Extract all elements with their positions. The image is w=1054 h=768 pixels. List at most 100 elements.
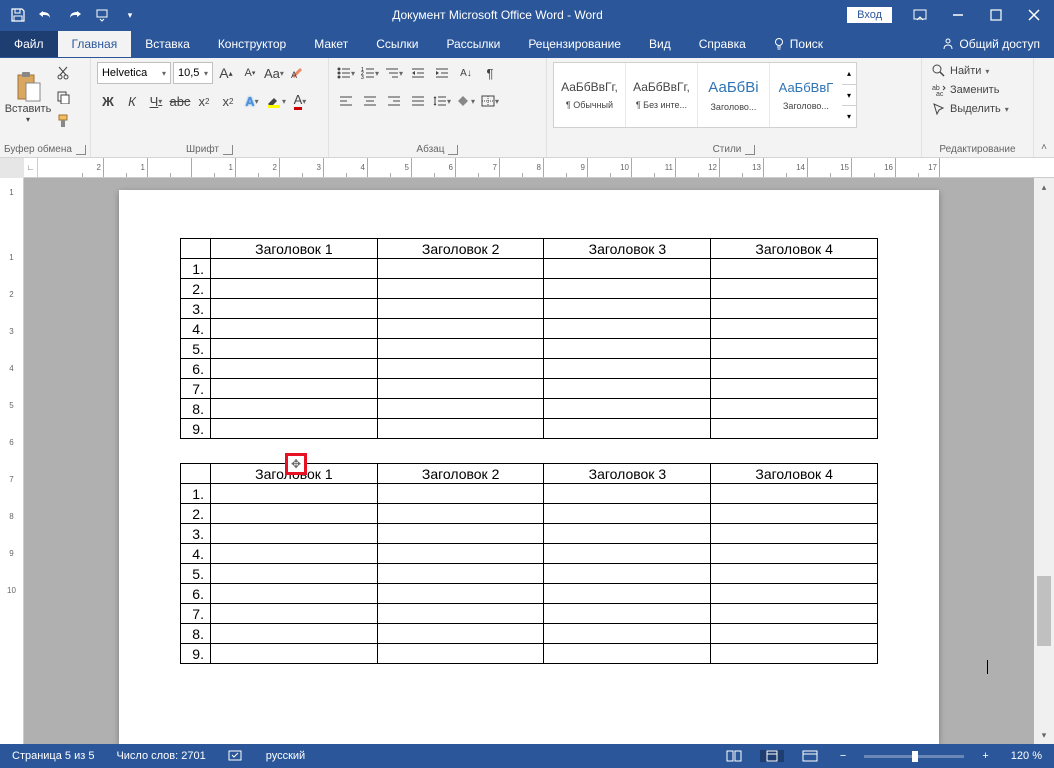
tab-review[interactable]: Рецензирование bbox=[514, 31, 635, 57]
subscript-button[interactable]: x2 bbox=[193, 90, 215, 112]
group-paragraph: ▾ 123▾ ▾ A↓ ¶ ▾ ▾ ▾ Абзац bbox=[329, 58, 547, 157]
web-layout-button[interactable] bbox=[798, 750, 822, 762]
search-box[interactable]: Поиск bbox=[760, 37, 835, 51]
zoom-level[interactable]: 120 % bbox=[1007, 750, 1046, 762]
zoom-slider[interactable] bbox=[864, 755, 964, 758]
multilevel-list-button[interactable]: ▾ bbox=[383, 62, 405, 84]
tab-file[interactable]: Файл bbox=[0, 31, 58, 57]
superscript-button[interactable]: x2 bbox=[217, 90, 239, 112]
clipboard-dialog-launcher[interactable] bbox=[76, 145, 86, 155]
svg-text:3: 3 bbox=[361, 75, 364, 79]
style-no-spacing[interactable]: АаБбВвГг,¶ Без инте... bbox=[626, 63, 698, 127]
text-effects-button[interactable]: A▾ bbox=[241, 90, 263, 112]
group-styles: АаБбВвГг,¶ Обычный АаБбВвГг,¶ Без инте..… bbox=[547, 58, 922, 157]
tab-layout[interactable]: Макет bbox=[300, 31, 362, 57]
justify-button[interactable] bbox=[407, 90, 429, 112]
tab-mailings[interactable]: Рассылки bbox=[432, 31, 514, 57]
redo-button[interactable] bbox=[62, 3, 86, 27]
tab-insert[interactable]: Вставка bbox=[131, 31, 204, 57]
document-table-1[interactable]: Заголовок 1Заголовок 2Заголовок 3Заголов… bbox=[180, 238, 878, 439]
shrink-font-button[interactable]: A▾ bbox=[239, 62, 261, 84]
grow-font-button[interactable]: A▴ bbox=[215, 62, 237, 84]
change-case-button[interactable]: Aa▾ bbox=[263, 62, 285, 84]
style-heading2[interactable]: АаБбВвГЗаголово... bbox=[770, 63, 842, 127]
styles-scroll-up[interactable]: ▴ bbox=[842, 63, 856, 85]
style-normal[interactable]: АаБбВвГг,¶ Обычный bbox=[554, 63, 626, 127]
font-name-combo[interactable]: Helvetica▾ bbox=[97, 62, 171, 84]
close-button[interactable] bbox=[1016, 0, 1052, 30]
bold-button[interactable]: Ж bbox=[97, 90, 119, 112]
styles-expand[interactable]: ▾ bbox=[842, 106, 856, 127]
borders-button[interactable]: ▾ bbox=[479, 90, 501, 112]
numbering-button[interactable]: 123▾ bbox=[359, 62, 381, 84]
undo-button[interactable] bbox=[34, 3, 58, 27]
clear-formatting-button[interactable]: A bbox=[287, 62, 309, 84]
word-count[interactable]: Число слов: 2701 bbox=[112, 750, 209, 762]
scroll-up-button[interactable]: ▴ bbox=[1034, 178, 1054, 196]
sort-button[interactable]: A↓ bbox=[455, 62, 477, 84]
qat-more-button[interactable] bbox=[90, 3, 114, 27]
font-size-combo[interactable]: 10,5▾ bbox=[173, 62, 213, 84]
align-left-button[interactable] bbox=[335, 90, 357, 112]
document-scroll[interactable]: Заголовок 1Заголовок 2Заголовок 3Заголов… bbox=[24, 178, 1034, 744]
tab-view[interactable]: Вид bbox=[635, 31, 685, 57]
scroll-thumb[interactable] bbox=[1037, 576, 1051, 646]
format-painter-button[interactable] bbox=[52, 110, 74, 132]
document-title: Документ Microsoft Office Word - Word bbox=[148, 8, 847, 22]
zoom-out-button[interactable]: − bbox=[836, 750, 850, 762]
style-heading1[interactable]: АаБбВіЗаголово... bbox=[698, 63, 770, 127]
minimize-button[interactable] bbox=[940, 0, 976, 30]
select-button[interactable]: Выделить▾ bbox=[928, 100, 1013, 118]
horizontal-ruler[interactable]: ∟ 211234567891011121314151617 bbox=[24, 158, 1054, 178]
replace-button[interactable]: abacЗаменить bbox=[928, 81, 1013, 99]
font-color-button[interactable]: A▾ bbox=[289, 90, 311, 112]
styles-dialog-launcher[interactable] bbox=[745, 145, 755, 155]
paragraph-dialog-launcher[interactable] bbox=[448, 145, 458, 155]
zoom-in-button[interactable]: + bbox=[978, 750, 992, 762]
scroll-down-button[interactable]: ▾ bbox=[1034, 726, 1054, 744]
maximize-button[interactable] bbox=[978, 0, 1014, 30]
tab-references[interactable]: Ссылки bbox=[362, 31, 432, 57]
share-button[interactable]: Общий доступ bbox=[927, 37, 1054, 51]
cut-button[interactable] bbox=[52, 62, 74, 84]
line-spacing-button[interactable]: ▾ bbox=[431, 90, 453, 112]
read-mode-button[interactable] bbox=[722, 750, 746, 762]
copy-button[interactable] bbox=[52, 86, 74, 108]
show-marks-button[interactable]: ¶ bbox=[479, 62, 501, 84]
cursor-icon bbox=[932, 102, 946, 116]
highlight-button[interactable]: ▾ bbox=[265, 90, 287, 112]
group-editing: Найти▾ abacЗаменить Выделить▾ Редактиров… bbox=[922, 58, 1034, 157]
underline-button[interactable]: Ч▾ bbox=[145, 90, 167, 112]
collapse-ribbon-button[interactable]: ˄ bbox=[1034, 58, 1054, 157]
login-button[interactable]: Вход bbox=[847, 7, 892, 23]
vertical-scrollbar[interactable]: ▴ ▾ bbox=[1034, 178, 1054, 744]
spell-check-indicator[interactable] bbox=[224, 749, 248, 763]
ribbon-display-options[interactable] bbox=[902, 0, 938, 30]
find-button[interactable]: Найти▾ bbox=[928, 62, 1013, 80]
vertical-ruler[interactable]: 112345678910 bbox=[0, 178, 24, 744]
paste-button[interactable]: Вставить ▾ bbox=[6, 62, 50, 132]
tab-design[interactable]: Конструктор bbox=[204, 31, 300, 57]
titlebar: ▾ Документ Microsoft Office Word - Word … bbox=[0, 0, 1054, 30]
document-table-2[interactable]: Заголовок 1Заголовок 2Заголовок 3Заголов… bbox=[180, 463, 878, 664]
align-center-button[interactable] bbox=[359, 90, 381, 112]
page-indicator[interactable]: Страница 5 из 5 bbox=[8, 750, 98, 762]
shading-button[interactable]: ▾ bbox=[455, 90, 477, 112]
table-move-handle[interactable]: ✥ bbox=[285, 453, 307, 475]
tab-home[interactable]: Главная bbox=[58, 31, 132, 57]
language-indicator[interactable]: русский bbox=[262, 750, 309, 762]
tab-help[interactable]: Справка bbox=[685, 31, 760, 57]
decrease-indent-button[interactable] bbox=[407, 62, 429, 84]
align-right-button[interactable] bbox=[383, 90, 405, 112]
save-button[interactable] bbox=[6, 3, 30, 27]
print-layout-button[interactable] bbox=[760, 750, 784, 762]
styles-scroll-down[interactable]: ▾ bbox=[842, 85, 856, 107]
font-dialog-launcher[interactable] bbox=[223, 145, 233, 155]
statusbar: Страница 5 из 5 Число слов: 2701 русский… bbox=[0, 744, 1054, 768]
italic-button[interactable]: К bbox=[121, 90, 143, 112]
strikethrough-button[interactable]: abc bbox=[169, 90, 191, 112]
qat-customize-button[interactable]: ▾ bbox=[118, 3, 142, 27]
bullets-button[interactable]: ▾ bbox=[335, 62, 357, 84]
text-cursor bbox=[987, 658, 988, 676]
increase-indent-button[interactable] bbox=[431, 62, 453, 84]
